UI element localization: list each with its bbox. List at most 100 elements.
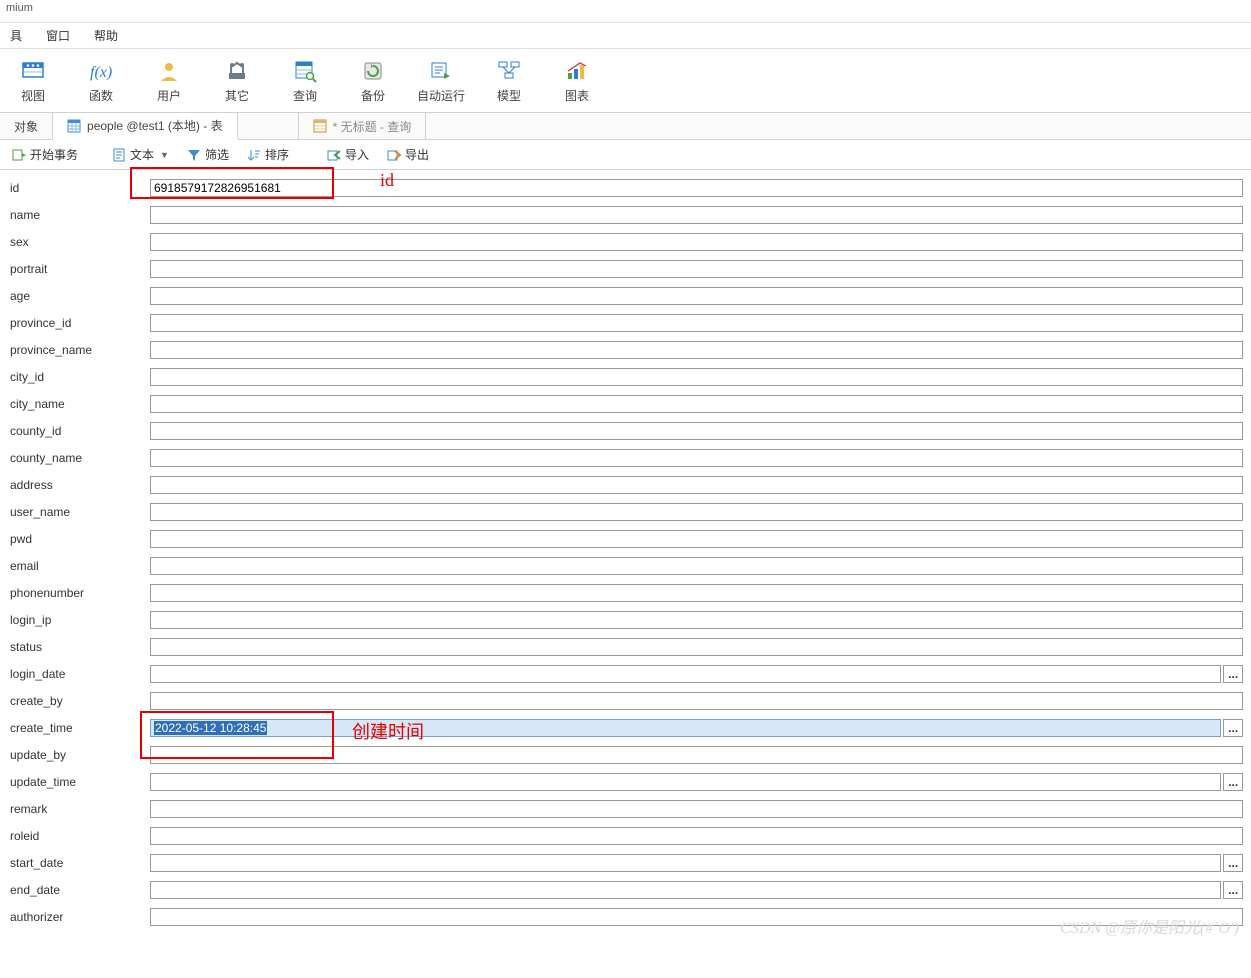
field-row-email: email [8, 552, 1243, 579]
field-cell [150, 206, 1243, 224]
tool-backup[interactable]: 备份 [340, 53, 406, 108]
field-cell [150, 503, 1243, 521]
ellipsis-button[interactable]: ... [1223, 719, 1243, 737]
tool-user[interactable]: 用户 [136, 53, 202, 108]
window-title: mium [0, 0, 1251, 23]
export-button[interactable]: 导出 [381, 144, 435, 165]
tool-auto[interactable]: 自动运行 [408, 53, 474, 108]
sort-button[interactable]: 排序 [241, 144, 295, 165]
tab-objects-label: 对象 [14, 118, 38, 135]
field-input-update_time[interactable] [150, 773, 1221, 791]
tab-table[interactable]: people @test1 (本地) - 表 [53, 113, 238, 140]
dropdown-caret-icon: ▼ [160, 150, 169, 160]
field-input-phonenumber[interactable] [150, 584, 1243, 602]
field-input-address[interactable] [150, 476, 1243, 494]
field-input-name[interactable] [150, 206, 1243, 224]
begin-transaction-button[interactable]: 开始事务 [6, 144, 84, 165]
field-label: login_date [8, 667, 150, 681]
menu-window[interactable]: 窗口 [46, 27, 70, 44]
filter-label: 筛选 [205, 146, 229, 163]
field-row-roleid: roleid [8, 822, 1243, 849]
field-row-create_time: create_time 2022-05-12 10:28:45... [8, 714, 1243, 741]
field-input-user_name[interactable] [150, 503, 1243, 521]
field-row-update_by: update_by [8, 741, 1243, 768]
field-row-address: address [8, 471, 1243, 498]
field-input-login_ip[interactable] [150, 611, 1243, 629]
field-cell [150, 368, 1243, 386]
import-button[interactable]: 导入 [321, 144, 375, 165]
field-row-id: id [8, 174, 1243, 201]
field-input-create_by[interactable] [150, 692, 1243, 710]
field-cell [150, 314, 1243, 332]
query-icon [313, 119, 327, 133]
field-input-city_id[interactable] [150, 368, 1243, 386]
field-label: create_time [8, 721, 150, 735]
field-label: age [8, 289, 150, 303]
tool-other[interactable]: 其它 [204, 53, 270, 108]
ellipsis-button[interactable]: ... [1223, 881, 1243, 899]
field-label: address [8, 478, 150, 492]
field-input-sex[interactable] [150, 233, 1243, 251]
field-input-province_name[interactable] [150, 341, 1243, 359]
field-input-status[interactable] [150, 638, 1243, 656]
field-input-id[interactable] [150, 179, 1243, 197]
field-input-county_name[interactable] [150, 449, 1243, 467]
menu-bar: 具 窗口 帮助 [0, 23, 1251, 49]
sort-icon [247, 148, 261, 162]
field-row-login_date: login_date... [8, 660, 1243, 687]
field-input-update_by[interactable] [150, 746, 1243, 764]
menu-help[interactable]: 帮助 [94, 27, 118, 44]
field-input-create_time[interactable]: 2022-05-12 10:28:45 [150, 719, 1221, 737]
field-row-age: age [8, 282, 1243, 309]
ellipsis-button[interactable]: ... [1223, 665, 1243, 683]
sort-label: 排序 [265, 146, 289, 163]
field-input-roleid[interactable] [150, 827, 1243, 845]
field-cell [150, 638, 1243, 656]
field-label: city_id [8, 370, 150, 384]
tab-query[interactable]: * 无标题 - 查询 [298, 113, 427, 139]
field-input-city_name[interactable] [150, 395, 1243, 413]
field-input-pwd[interactable] [150, 530, 1243, 548]
field-row-pwd: pwd [8, 525, 1243, 552]
field-input-county_id[interactable] [150, 422, 1243, 440]
field-input-end_date[interactable] [150, 881, 1221, 899]
tool-view[interactable]: 视图 [0, 53, 66, 108]
field-label: pwd [8, 532, 150, 546]
field-input-email[interactable] [150, 557, 1243, 575]
other-icon [223, 57, 251, 85]
text-label: 文本 [130, 146, 154, 163]
filter-button[interactable]: 筛选 [181, 144, 235, 165]
field-input-remark[interactable] [150, 800, 1243, 818]
field-label: name [8, 208, 150, 222]
field-label: status [8, 640, 150, 654]
selected-text: 2022-05-12 10:28:45 [154, 721, 267, 735]
field-input-start_date[interactable] [150, 854, 1221, 872]
tool-label: 自动运行 [417, 87, 465, 104]
field-input-age[interactable] [150, 287, 1243, 305]
query-icon [291, 57, 319, 85]
import-label: 导入 [345, 146, 369, 163]
menu-tools[interactable]: 具 [10, 27, 22, 44]
field-cell [150, 800, 1243, 818]
tool-query[interactable]: 查询 [272, 53, 338, 108]
field-input-portrait[interactable] [150, 260, 1243, 278]
tab-objects[interactable]: 对象 [0, 113, 53, 139]
field-cell [150, 260, 1243, 278]
tool-function[interactable]: f(x)函数 [68, 53, 134, 108]
field-cell [150, 584, 1243, 602]
export-label: 导出 [405, 146, 429, 163]
tool-chart[interactable]: 图表 [544, 53, 610, 108]
field-label: email [8, 559, 150, 573]
field-row-city_id: city_id [8, 363, 1243, 390]
field-label: login_ip [8, 613, 150, 627]
text-button[interactable]: 文本 ▼ [106, 144, 175, 165]
model-icon [495, 57, 523, 85]
tool-model[interactable]: 模型 [476, 53, 542, 108]
import-icon [327, 148, 341, 162]
begin-transaction-label: 开始事务 [30, 146, 78, 163]
field-input-province_id[interactable] [150, 314, 1243, 332]
ellipsis-button[interactable]: ... [1223, 854, 1243, 872]
ellipsis-button[interactable]: ... [1223, 773, 1243, 791]
field-label: update_by [8, 748, 150, 762]
field-input-login_date[interactable] [150, 665, 1221, 683]
